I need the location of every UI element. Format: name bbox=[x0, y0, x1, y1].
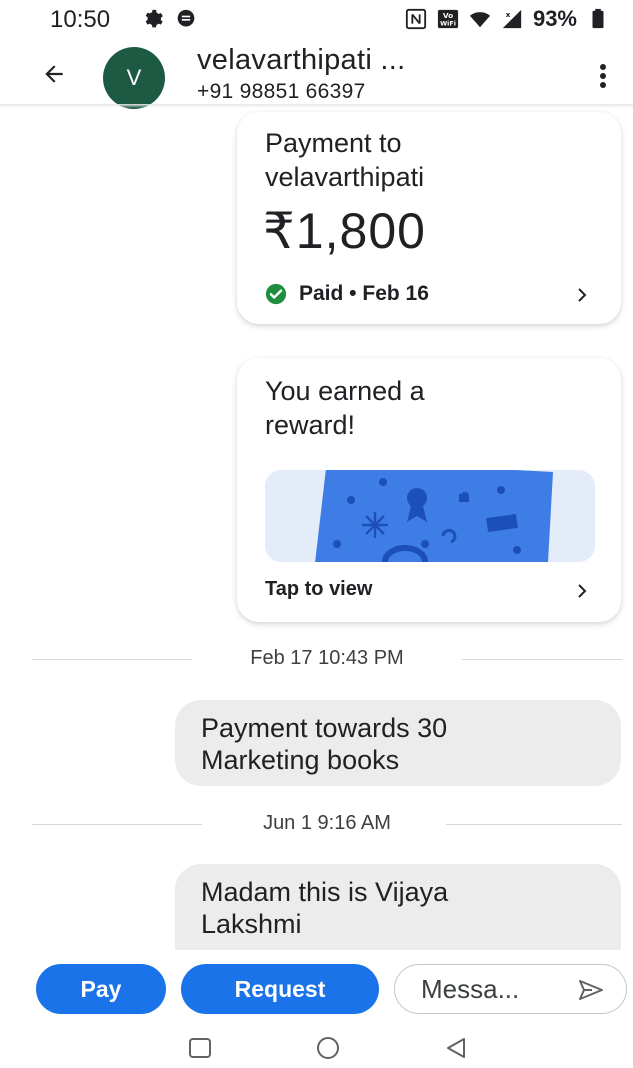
pay-button[interactable]: Pay bbox=[36, 964, 166, 1014]
battery-icon bbox=[592, 8, 604, 29]
home-button[interactable] bbox=[314, 1036, 342, 1060]
message-text-line2: Lakshmi bbox=[201, 909, 302, 939]
status-indicators: Vo WiFi x 93% bbox=[405, 6, 609, 32]
message-placeholder: Messa... bbox=[421, 973, 520, 1004]
header-shadow bbox=[0, 104, 633, 108]
nfc-icon bbox=[405, 8, 427, 30]
back-button[interactable] bbox=[34, 54, 74, 94]
battery-percent: 93% bbox=[532, 6, 577, 31]
payment-card[interactable]: Payment to velavarthipati ₹1,800 Paid • … bbox=[237, 112, 621, 324]
svg-text:WiFi: WiFi bbox=[440, 19, 456, 27]
arrow-back-icon bbox=[45, 65, 63, 83]
payment-title-line2: velavarthipati bbox=[265, 162, 425, 192]
message-text-line1: Payment towards 30 bbox=[201, 713, 448, 743]
message-text-line2: Marketing books bbox=[201, 745, 400, 775]
send-icon[interactable] bbox=[578, 979, 604, 1001]
check-circle-icon bbox=[265, 283, 287, 305]
recents-square-icon bbox=[189, 1038, 211, 1058]
contact-name[interactable]: velavarthipati ... bbox=[197, 44, 406, 77]
payment-title: Payment to velavarthipati bbox=[265, 126, 424, 194]
payment-status-text: Paid • Feb 16 bbox=[299, 282, 429, 305]
nav-back-button[interactable] bbox=[442, 1036, 470, 1060]
date-divider: Feb 17 10:43 PM bbox=[32, 647, 622, 673]
avatar-letter: V bbox=[126, 65, 142, 90]
chevron-right-icon bbox=[578, 584, 587, 598]
divider-line bbox=[462, 659, 622, 660]
more-options-button[interactable] bbox=[589, 56, 617, 96]
scratch-card-illustration bbox=[265, 470, 595, 562]
payment-amount: ₹1,800 bbox=[263, 203, 426, 259]
system-nav-bar bbox=[0, 1028, 633, 1068]
contact-phone: +91 98851 66397 bbox=[197, 80, 366, 103]
reward-title: You earned a reward! bbox=[265, 374, 425, 442]
status-time: 10:50 bbox=[50, 6, 111, 33]
payment-title-line1: Payment to bbox=[265, 128, 402, 158]
payment-status: Paid • Feb 16 bbox=[265, 282, 429, 306]
home-circle-icon bbox=[317, 1037, 339, 1059]
recents-button[interactable] bbox=[186, 1036, 214, 1060]
more-vert-icon bbox=[600, 64, 606, 88]
message-notification-icon bbox=[177, 9, 195, 27]
message-input[interactable]: Messa... bbox=[394, 964, 627, 1014]
back-triangle-icon bbox=[447, 1038, 465, 1058]
message-bubble[interactable]: Madam this is Vijaya Lakshmi bbox=[175, 864, 621, 950]
message-text-line1: Madam this is Vijaya bbox=[201, 877, 449, 907]
reward-title-line1: You earned a bbox=[265, 376, 425, 406]
scratch-card-image bbox=[315, 470, 553, 562]
signal-icon: x bbox=[502, 9, 522, 29]
tap-to-view-link[interactable]: Tap to view bbox=[265, 578, 372, 601]
svg-text:x: x bbox=[506, 10, 511, 19]
chevron-right-icon bbox=[578, 288, 587, 302]
conversation-header: V velavarthipati ... +91 98851 66397 bbox=[0, 38, 633, 109]
message-bubble[interactable]: Payment towards 30 Marketing books bbox=[175, 700, 621, 786]
wifi-icon bbox=[469, 12, 491, 28]
reward-card[interactable]: You earned a reward! Tap to view bbox=[237, 358, 621, 622]
vowifi-icon: Vo WiFi bbox=[437, 9, 459, 29]
reward-title-line2: reward! bbox=[265, 410, 356, 440]
avatar[interactable]: V bbox=[103, 47, 165, 109]
gear-icon bbox=[145, 9, 163, 28]
status-bar: 10:50 Vo WiFi x 93% bbox=[0, 0, 633, 40]
request-button[interactable]: Request bbox=[181, 964, 379, 1014]
date-divider: Jun 1 9:16 AM bbox=[32, 812, 622, 838]
divider-line bbox=[446, 824, 622, 825]
